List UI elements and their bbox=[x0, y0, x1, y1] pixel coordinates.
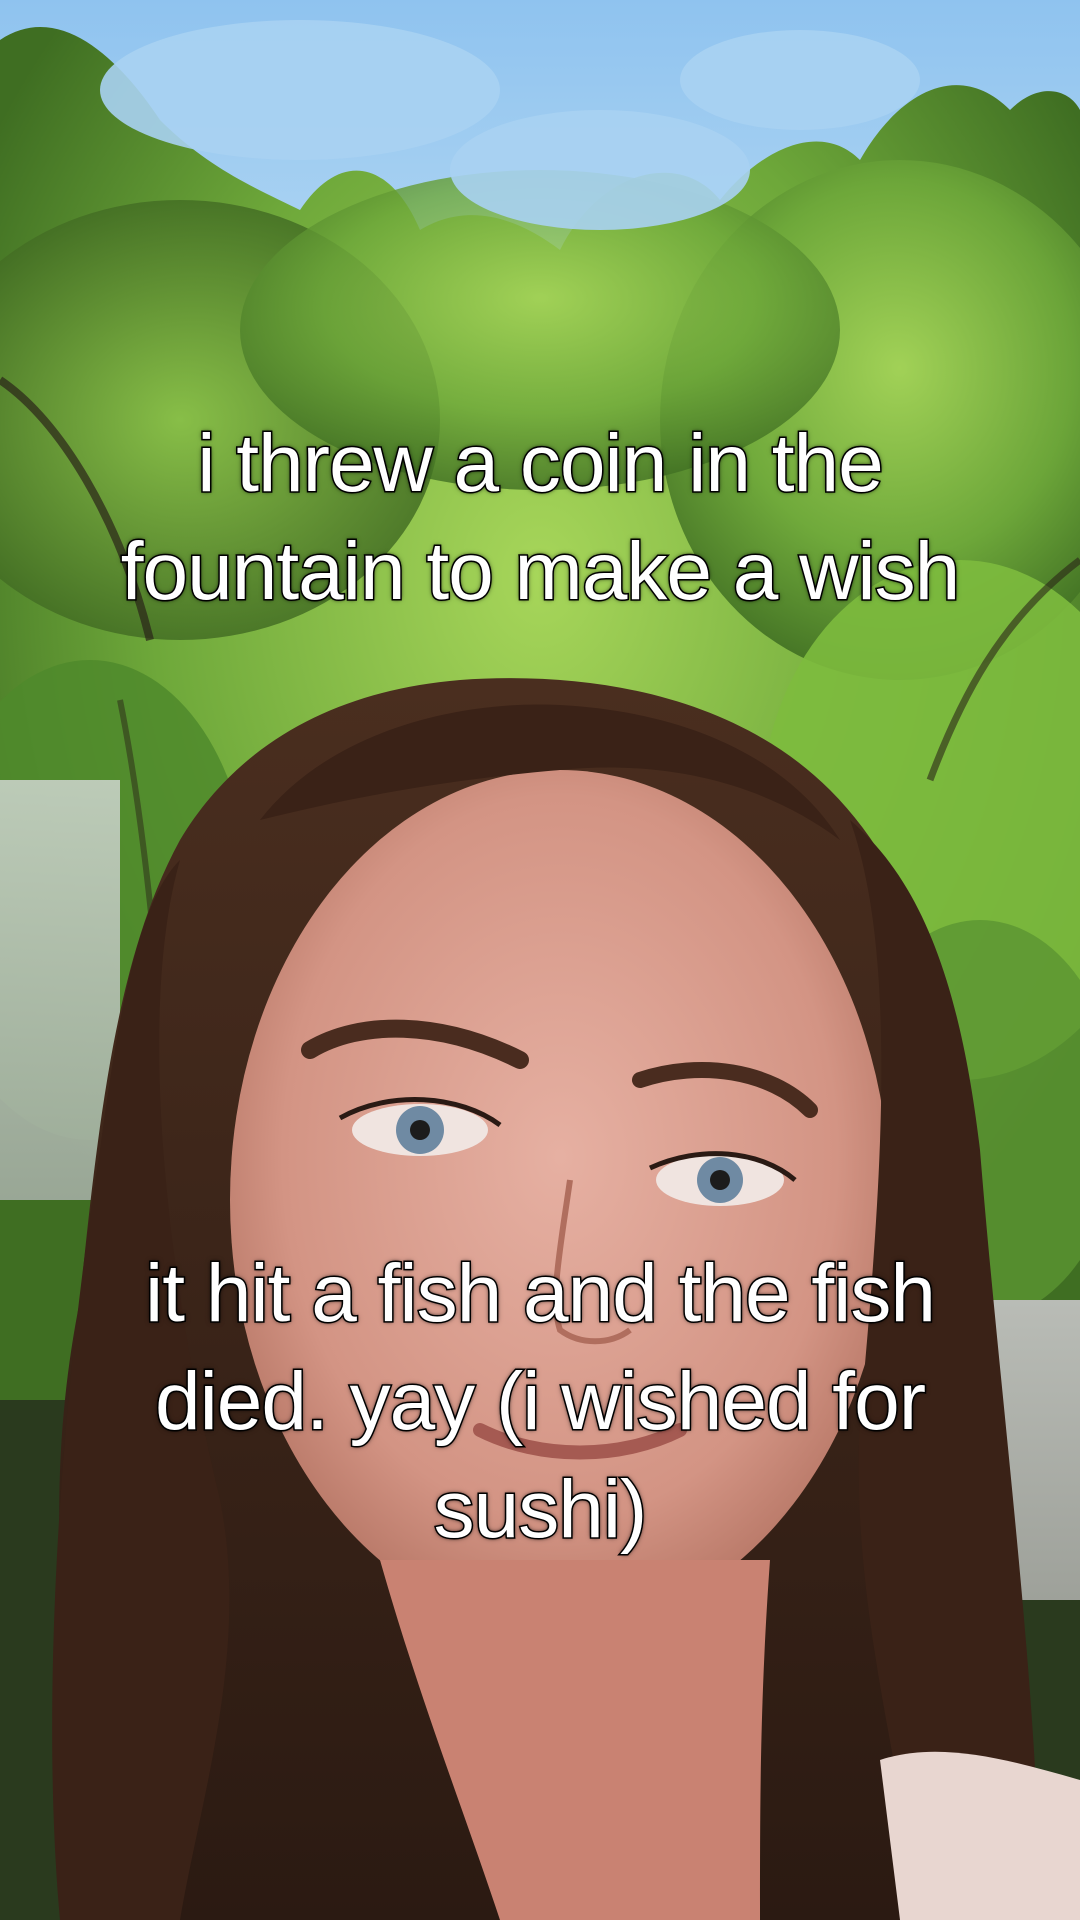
person-selfie bbox=[52, 678, 1080, 1920]
caption-bottom: it hit a fish and the fish died. yay (i … bbox=[144, 1247, 938, 1557]
caption-top: i threw a coin in the fountain to make a… bbox=[119, 417, 961, 619]
video-frame: i threw a coin in the fountain to make a… bbox=[0, 0, 1080, 1920]
